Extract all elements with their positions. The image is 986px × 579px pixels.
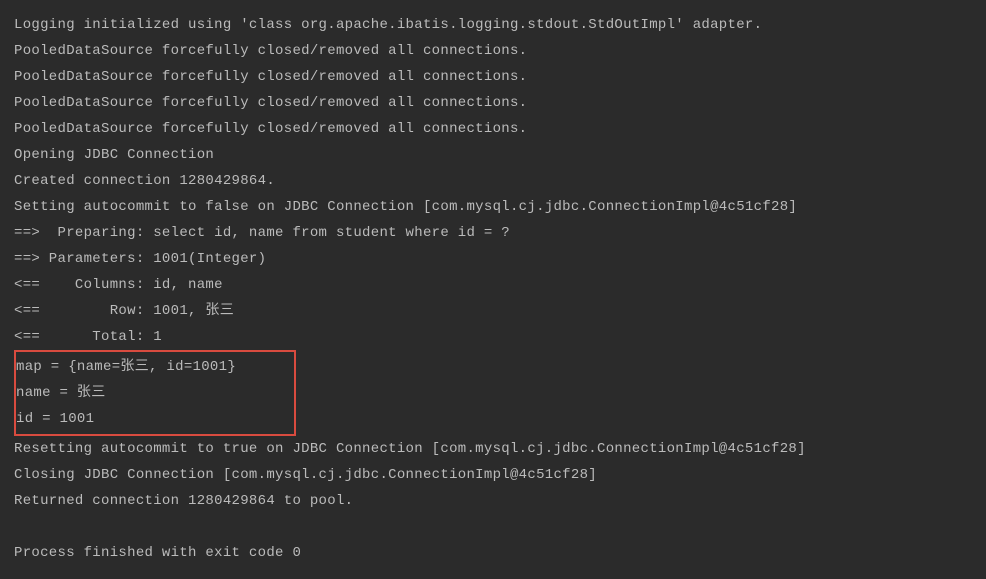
log-line: Created connection 1280429864. <box>14 168 972 194</box>
log-line: ==> Preparing: select id, name from stud… <box>14 220 972 246</box>
log-line: PooledDataSource forcefully closed/remov… <box>14 64 972 90</box>
log-line: PooledDataSource forcefully closed/remov… <box>14 90 972 116</box>
console-output: Logging initialized using 'class org.apa… <box>0 0 986 566</box>
highlighted-line: id = 1001 <box>16 406 294 432</box>
log-line: Logging initialized using 'class org.apa… <box>14 12 972 38</box>
highlighted-output: map = {name=张三, id=1001} name = 张三 id = … <box>14 350 296 436</box>
highlighted-line: name = 张三 <box>16 380 294 406</box>
log-line: Opening JDBC Connection <box>14 142 972 168</box>
log-line: Resetting autocommit to true on JDBC Con… <box>14 436 972 462</box>
log-line: Closing JDBC Connection [com.mysql.cj.jd… <box>14 462 972 488</box>
log-line: Process finished with exit code 0 <box>14 540 972 566</box>
log-line: <== Total: 1 <box>14 324 972 350</box>
log-line: ==> Parameters: 1001(Integer) <box>14 246 972 272</box>
log-line: PooledDataSource forcefully closed/remov… <box>14 116 972 142</box>
log-line: Returned connection 1280429864 to pool. <box>14 488 972 514</box>
log-line: <== Row: 1001, 张三 <box>14 298 972 324</box>
highlighted-line: map = {name=张三, id=1001} <box>16 354 294 380</box>
log-line: PooledDataSource forcefully closed/remov… <box>14 38 972 64</box>
log-line <box>14 514 972 540</box>
log-line: Setting autocommit to false on JDBC Conn… <box>14 194 972 220</box>
log-line: <== Columns: id, name <box>14 272 972 298</box>
